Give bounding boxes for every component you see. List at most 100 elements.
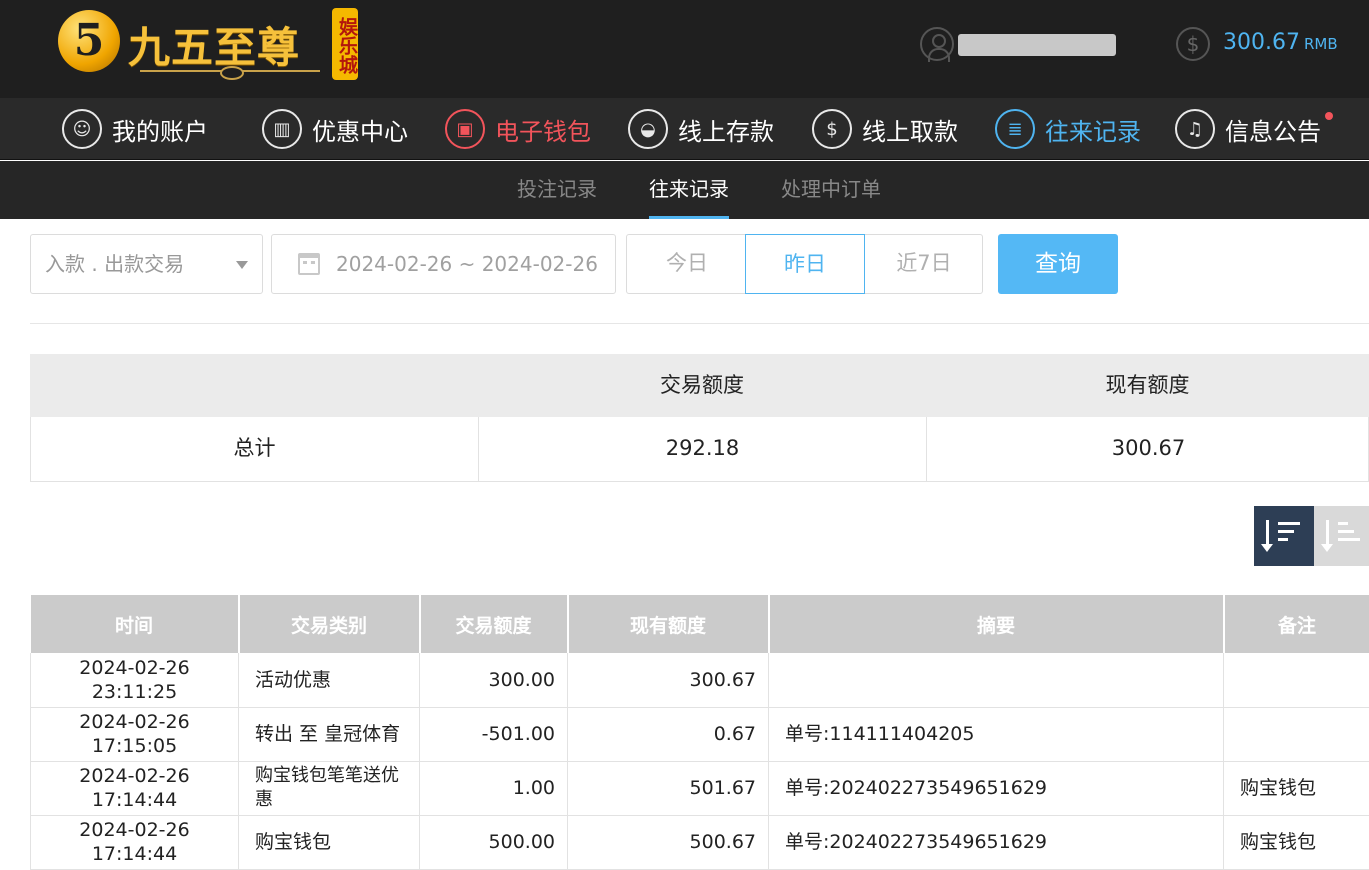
cell-balance: 0.67 — [568, 707, 769, 761]
nav-online-deposit[interactable]: ◒ 线上存款 — [628, 98, 774, 160]
nav-promotions[interactable]: ▥ 优惠中心 — [262, 98, 408, 160]
cell-balance: 500.67 — [568, 815, 769, 869]
cell-amount: 500.00 — [420, 815, 568, 869]
withdraw-icon: $ — [812, 109, 852, 149]
tab-pending-orders[interactable]: 处理中订单 — [781, 161, 881, 219]
notification-dot — [1325, 112, 1333, 120]
table-row: 2024-02-26 17:14:44 购宝钱包笔笔送优惠 1.00 501.6… — [31, 761, 1369, 815]
nav-label: 线上存款 — [678, 112, 774, 147]
date-range-value: 2024-02-26 ~ 2024-02-26 — [336, 235, 598, 293]
site-logo[interactable]: 5 九五至尊 娱乐城 — [58, 6, 358, 84]
nav-records[interactable]: ≣ 往来记录 — [995, 98, 1141, 160]
range-today-button[interactable]: 今日 — [627, 234, 747, 294]
sort-lines-icon — [1338, 522, 1360, 546]
sub-nav: 投注记录 往来记录 处理中订单 — [0, 161, 1369, 219]
transaction-type-value: 入款 . 出款交易 — [45, 252, 184, 276]
nav-label: 优惠中心 — [312, 112, 408, 147]
column-header-amount: 交易额度 — [420, 595, 568, 653]
logo-text: 九五至尊 — [128, 14, 300, 75]
cell-time: 2024-02-26 17:14:44 — [31, 815, 239, 869]
wallet-icon: ▣ — [445, 109, 485, 149]
cell-summary: 单号:20240227354965162​9 — [769, 761, 1224, 815]
cell-amount: -501.00 — [420, 707, 568, 761]
query-button[interactable]: 查询 — [998, 234, 1118, 294]
user-icon: ☺ — [62, 109, 102, 149]
gift-icon: ▥ — [262, 109, 302, 149]
table-row: 2024-02-26 17:15:05 转出 至 皇冠体育 -501.00 0.… — [31, 707, 1369, 761]
column-header-type: 交易类别 — [239, 595, 420, 653]
records-header-row: 时间 交易类别 交易额度 现有额度 摘要 备注 — [31, 595, 1369, 653]
dollar-icon: $ — [1176, 27, 1210, 61]
nav-online-withdraw[interactable]: $ 线上取款 — [812, 98, 958, 160]
sort-lines-icon — [1278, 522, 1300, 546]
table-row: 2024-02-26 17:14:44 购宝钱包 500.00 500.67 单… — [31, 815, 1369, 869]
top-header: 5 九五至尊 娱乐城 $ 300.67RMB — [0, 0, 1369, 98]
caret-down-icon — [236, 261, 248, 269]
cell-type: 转出 至 皇冠体育 — [239, 707, 420, 761]
divider — [30, 323, 1369, 324]
main-nav: ☺ 我的账户 ▥ 优惠中心 ▣ 电子钱包 ◒ 线上存款 $ 线上取款 ≣ 往来记… — [0, 98, 1369, 160]
table-row: 2024-02-26 23:11:25 活动优惠 300.00 300.67 — [31, 653, 1369, 707]
logo-ornament — [140, 70, 320, 78]
sort-descending-button[interactable] — [1254, 506, 1314, 566]
balance-unit: RMB — [1304, 35, 1338, 53]
summary-header-cell: 现有额度 — [926, 354, 1369, 417]
date-range-input[interactable]: 2024-02-26 ~ 2024-02-26 — [271, 234, 616, 294]
summary-current-balance: 300.67 — [927, 417, 1369, 481]
summary-label: 总计 — [31, 417, 479, 481]
calendar-icon — [298, 253, 320, 275]
records-table: 时间 交易类别 交易额度 现有额度 摘要 备注 2024-02-26 23:11… — [30, 595, 1369, 870]
cell-time: 2024-02-26 17:15:05 — [31, 707, 239, 761]
range-yesterday-button[interactable]: 昨日 — [745, 234, 865, 294]
cell-summary — [769, 653, 1224, 707]
cell-amount: 300.00 — [420, 653, 568, 707]
cell-note: 购宝钱包 — [1224, 761, 1369, 815]
cell-time: 2024-02-26 23:11:25 — [31, 653, 239, 707]
cell-note: 购宝钱包 — [1224, 815, 1369, 869]
username-redacted — [958, 34, 1116, 56]
range-7days-button[interactable]: 近7日 — [864, 234, 984, 294]
nav-label: 往来记录 — [1045, 112, 1141, 147]
summary-header: 交易额度 现有额度 — [30, 354, 1369, 417]
nav-my-account[interactable]: ☺ 我的账户 — [62, 98, 208, 160]
bell-icon: ♫ — [1175, 109, 1215, 149]
summary-table: 交易额度 现有额度 总计 292.18 300.67 — [30, 354, 1369, 482]
cell-summary: 单号:202402273549651629 — [769, 815, 1224, 869]
nav-label: 我的账户 — [112, 112, 208, 147]
cell-balance: 501.67 — [568, 761, 769, 815]
balance-value: 300.67 — [1223, 30, 1300, 55]
sort-ascending-button[interactable] — [1314, 506, 1369, 566]
sort-asc-icon — [1326, 520, 1329, 548]
summary-header-cell: 交易额度 — [478, 354, 926, 417]
balance-display: 300.67RMB — [1223, 30, 1338, 55]
summary-transaction-amount: 292.18 — [479, 417, 927, 481]
nav-label: 线上取款 — [862, 112, 958, 147]
nav-label: 电子钱包 — [495, 112, 591, 147]
cell-note — [1224, 653, 1369, 707]
column-header-balance: 现有额度 — [568, 595, 769, 653]
logo-badge: 娱乐城 — [332, 8, 358, 80]
nav-label: 信息公告 — [1225, 112, 1321, 147]
column-header-summary: 摘要 — [769, 595, 1224, 653]
column-header-note: 备注 — [1224, 595, 1369, 653]
cell-balance: 300.67 — [568, 653, 769, 707]
cell-type: 购宝钱包 — [239, 815, 420, 869]
quick-range-group: 今日 昨日 近7日 — [626, 234, 983, 294]
sort-desc-icon — [1266, 520, 1269, 548]
user-avatar-icon[interactable] — [920, 27, 954, 61]
logo-emblem: 5 — [58, 10, 120, 72]
cell-type: 购宝钱包笔笔送优惠 — [239, 761, 420, 815]
nav-announcements[interactable]: ♫ 信息公告 — [1175, 98, 1321, 160]
summary-header-cell — [30, 354, 478, 417]
cell-summary: 单号:114111404205 — [769, 707, 1224, 761]
cell-amount: 1.00 — [420, 761, 568, 815]
deposit-icon: ◒ — [628, 109, 668, 149]
cell-time: 2024-02-26 17:14:44 — [31, 761, 239, 815]
transaction-type-select[interactable]: 入款 . 出款交易 — [30, 234, 263, 294]
tab-transaction-records[interactable]: 往来记录 — [649, 161, 729, 219]
nav-e-wallet[interactable]: ▣ 电子钱包 — [445, 98, 591, 160]
summary-row: 总计 292.18 300.67 — [30, 417, 1369, 482]
column-header-time: 时间 — [31, 595, 239, 653]
records-icon: ≣ — [995, 109, 1035, 149]
tab-bet-records[interactable]: 投注记录 — [517, 161, 597, 219]
